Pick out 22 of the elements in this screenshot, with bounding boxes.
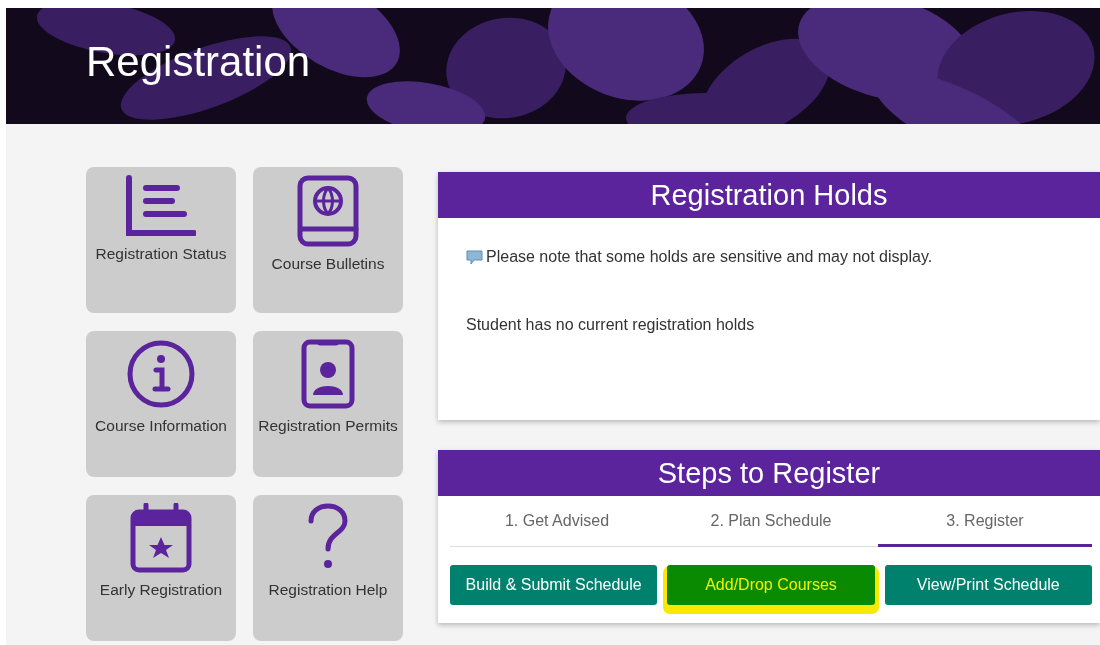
step-tab[interactable]: 1. Get Advised: [450, 504, 664, 547]
tile-link[interactable]: Course Bulletins: [253, 167, 403, 313]
notice-text: Please note that some holds are sensitive and may not display.: [486, 248, 933, 266]
tile-link[interactable]: Registration Status: [86, 167, 236, 313]
panel-title: Steps to Register: [438, 450, 1100, 496]
step-tab[interactable]: 2. Plan Schedule: [664, 504, 878, 547]
panel-title: Registration Holds: [438, 172, 1100, 218]
step-tab[interactable]: 3. Register: [878, 504, 1092, 547]
tile-link[interactable]: Registration Help: [253, 495, 403, 641]
calendar-star-icon: [130, 503, 192, 573]
tile-link[interactable]: Course Information: [86, 331, 236, 477]
id-badge-icon: [301, 339, 355, 409]
page-title: Registration: [86, 38, 311, 87]
globe-book-icon: [297, 175, 359, 247]
action-button[interactable]: View/Print Schedule: [884, 565, 1092, 605]
action-button[interactable]: Build & Submit Schedule: [450, 565, 658, 605]
tile-link[interactable]: Early Registration: [86, 495, 236, 641]
status-message: Student has no current registration holds: [466, 316, 755, 333]
list-chart-icon: [126, 175, 196, 237]
info-icon: [126, 339, 196, 409]
tile-link[interactable]: Registration Permits: [253, 331, 403, 477]
speech-bubble-icon: [466, 249, 483, 265]
